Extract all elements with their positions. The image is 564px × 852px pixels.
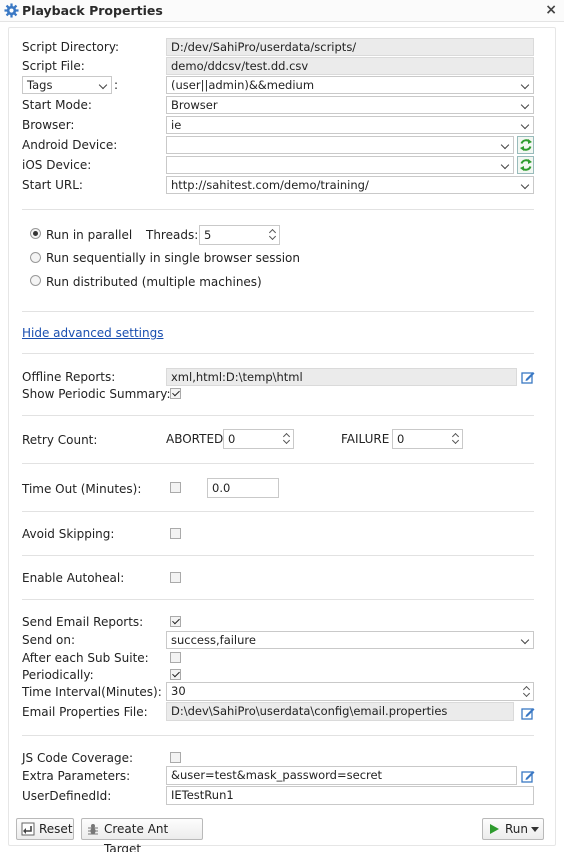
reset-icon <box>21 822 35 836</box>
window-title: Playback Properties <box>22 3 163 18</box>
run-sequential-label: Run sequentially in single browser sessi… <box>46 251 300 265</box>
send-email-label: Send Email Reports: <box>22 615 144 629</box>
periodic-summary-checkbox[interactable] <box>170 388 181 399</box>
sub-suite-label: After each Sub Suite: <box>22 651 149 665</box>
refresh-ios-button[interactable] <box>517 156 534 174</box>
send-email-checkbox[interactable] <box>170 616 181 627</box>
js-coverage-checkbox[interactable] <box>170 752 181 763</box>
close-button[interactable]: × <box>545 2 557 18</box>
failure-stepper[interactable]: 0 <box>392 429 463 449</box>
threads-stepper[interactable]: 5 <box>199 225 280 245</box>
edit-icon[interactable] <box>521 706 535 720</box>
autoheal-label: Enable Autoheal: <box>22 571 125 585</box>
user-defined-id-input[interactable]: IETestRun1 <box>166 786 534 805</box>
extra-parameters-input[interactable]: &user=test&mask_password=secret <box>166 766 517 785</box>
divider <box>22 209 534 210</box>
start-mode-select[interactable]: Browser <box>166 96 534 114</box>
refresh-icon <box>520 159 532 171</box>
js-coverage-label: JS Code Coverage: <box>22 751 134 765</box>
android-device-label: Android Device: <box>22 138 118 152</box>
reset-label: Reset <box>39 822 73 836</box>
periodically-label: Periodically: <box>22 668 94 682</box>
android-device-select[interactable] <box>166 136 514 154</box>
stepper-arrows-icon[interactable] <box>451 431 460 447</box>
avoid-skipping-label: Avoid Skipping: <box>22 527 115 541</box>
tags-select[interactable]: (user||admin)&&medium <box>166 76 534 94</box>
run-distributed-radio[interactable] <box>30 275 41 286</box>
aborted-stepper[interactable]: 0 <box>223 429 294 449</box>
run-parallel-label: Run in parallel <box>46 228 133 242</box>
periodically-checkbox[interactable] <box>170 669 181 680</box>
script-directory-label: Script Directory: <box>22 40 120 54</box>
run-label: Run <box>505 822 529 836</box>
retry-count-label: Retry Count: <box>22 433 98 447</box>
run-parallel-radio[interactable] <box>30 228 41 239</box>
divider <box>22 555 534 556</box>
run-button[interactable]: Run <box>482 818 544 840</box>
offline-reports-field[interactable]: xml,html:D:\temp\html <box>166 368 517 386</box>
ios-device-label: iOS Device: <box>22 158 92 172</box>
script-file-label: Script File: <box>22 59 85 73</box>
interval-stepper[interactable]: 30 <box>166 682 534 701</box>
create-ant-target-label: Create Ant Target <box>104 822 169 852</box>
tags-type-select[interactable]: Tags <box>22 76 112 94</box>
stepper-arrows-icon[interactable] <box>522 684 531 700</box>
interval-label: Time Interval(Minutes): <box>22 685 162 699</box>
send-on-select[interactable]: success,failure <box>166 631 534 649</box>
refresh-android-button[interactable] <box>517 136 534 154</box>
divider <box>22 353 534 354</box>
aborted-value: 0 <box>228 432 236 446</box>
start-mode-label: Start Mode: <box>22 98 92 112</box>
threads-label: Threads: <box>146 228 199 242</box>
interval-value: 30 <box>171 684 186 698</box>
start-url-label: Start URL: <box>22 178 83 192</box>
periodic-summary-label: Show Periodic Summary: <box>22 387 171 401</box>
avoid-skipping-checkbox[interactable] <box>170 528 181 539</box>
email-properties-label: Email Properties File: <box>22 705 148 719</box>
failure-label: FAILURE <box>341 432 390 446</box>
threads-value: 5 <box>204 228 212 242</box>
gear-icon <box>4 3 19 18</box>
send-on-label: Send on: <box>22 633 76 647</box>
edit-icon[interactable] <box>521 769 535 783</box>
failure-value: 0 <box>397 432 405 446</box>
reset-button[interactable]: Reset <box>16 818 74 840</box>
timeout-label: Time Out (Minutes): <box>22 482 142 496</box>
ios-device-select[interactable] <box>166 156 514 174</box>
sub-suite-checkbox[interactable] <box>170 652 181 663</box>
ant-icon <box>88 824 98 835</box>
stepper-arrows-icon[interactable] <box>268 227 277 243</box>
title-bar: Playback Properties × <box>0 0 564 22</box>
divider <box>22 599 534 600</box>
aborted-label: ABORTED <box>166 432 224 446</box>
autoheal-checkbox[interactable] <box>170 572 181 583</box>
script-directory-field[interactable]: D:/dev/SahiPro/userdata/scripts/ <box>166 38 534 56</box>
script-file-field[interactable]: demo/ddcsv/test.dd.csv <box>166 57 534 75</box>
chevron-down-icon[interactable] <box>531 827 539 832</box>
edit-icon[interactable] <box>521 370 535 384</box>
divider <box>22 511 534 512</box>
offline-reports-label: Offline Reports: <box>22 370 116 384</box>
hide-advanced-link[interactable]: Hide advanced settings <box>22 326 163 340</box>
run-sequential-radio[interactable] <box>30 252 41 263</box>
create-ant-target-button[interactable]: Create Ant Target <box>81 818 203 852</box>
stepper-arrows-icon[interactable] <box>282 431 291 447</box>
start-url-select[interactable]: http://sahitest.com/demo/training/ <box>166 176 534 194</box>
browser-select[interactable]: ie <box>166 116 534 134</box>
browser-label: Browser: <box>22 118 75 132</box>
timeout-input[interactable]: 0.0 <box>207 478 279 498</box>
run-distributed-label: Run distributed (multiple machines) <box>46 275 262 289</box>
divider <box>22 415 534 416</box>
divider <box>22 311 534 312</box>
divider <box>22 463 534 464</box>
play-icon <box>490 824 499 834</box>
tags-separator: : <box>114 78 119 92</box>
divider <box>22 735 534 736</box>
extra-parameters-label: Extra Parameters: <box>22 769 131 783</box>
email-properties-field[interactable]: D:\dev\SahiPro\userdata\config\email.pro… <box>166 702 514 721</box>
user-defined-id-label: UserDefinedId: <box>22 789 112 803</box>
refresh-icon <box>520 139 532 151</box>
timeout-checkbox[interactable] <box>170 482 181 493</box>
